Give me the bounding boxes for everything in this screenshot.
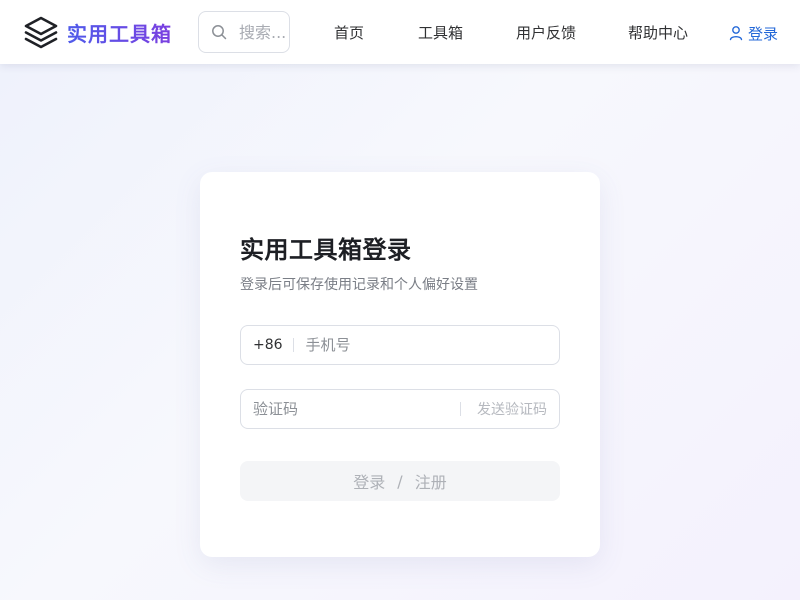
nav-item-toolbox[interactable]: 工具箱 [418, 22, 463, 44]
send-code-button[interactable]: 发送验证码 [477, 399, 547, 419]
login-register-button[interactable]: 登录 / 注册 [240, 461, 560, 501]
login-title: 实用工具箱登录 [240, 236, 412, 264]
logo-text: 实用工具箱 [67, 18, 172, 47]
login-subtitle: 登录后可保存使用记录和个人偏好设置 [240, 277, 478, 293]
phone-field[interactable]: +86 [240, 325, 560, 365]
header-login-label: 登录 [748, 24, 779, 43]
field-divider [460, 402, 461, 416]
search-input[interactable] [239, 22, 289, 42]
header-login-button[interactable]: 登录 [729, 22, 778, 44]
verification-code-input[interactable] [253, 400, 460, 418]
nav-item-feedback[interactable]: 用户反馈 [516, 22, 576, 44]
search-box[interactable] [198, 11, 290, 53]
phone-input[interactable] [305, 336, 559, 354]
user-icon [729, 26, 743, 41]
country-code-prefix[interactable]: +86 [253, 337, 283, 353]
verification-code-field[interactable]: 发送验证码 [240, 389, 560, 429]
nav-item-home[interactable]: 首页 [334, 22, 364, 44]
search-icon [212, 25, 227, 40]
layers-logo-icon [24, 16, 58, 49]
top-header: 实用工具箱 首页 工具箱 用户反馈 帮助中心 登录 [0, 0, 800, 64]
nav-item-help-center[interactable]: 帮助中心 [628, 22, 688, 44]
login-card: 实用工具箱登录 登录后可保存使用记录和个人偏好设置 +86 发送验证码 登录 /… [200, 172, 600, 557]
register-label: 注册 [414, 473, 447, 492]
login-label: 登录 [353, 473, 386, 492]
field-divider [292, 338, 294, 352]
logo[interactable]: 实用工具箱 [23, 14, 172, 50]
separator-label: / [397, 471, 403, 491]
